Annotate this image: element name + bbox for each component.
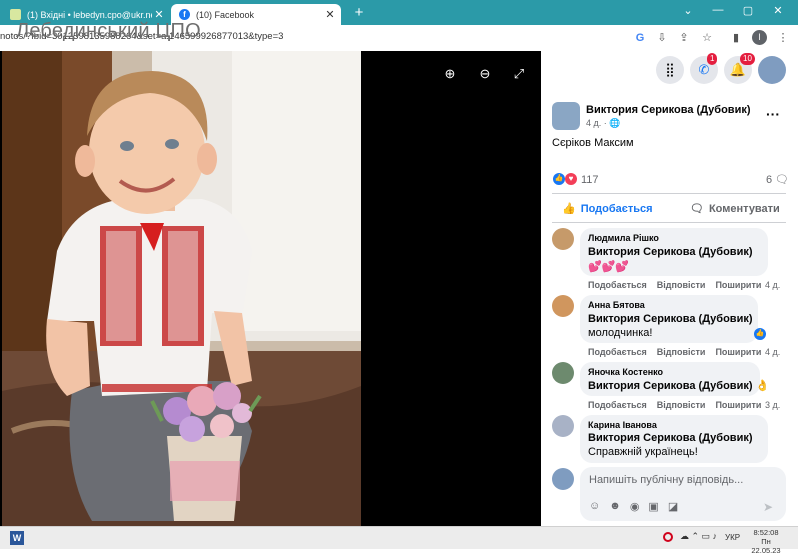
like-button[interactable]: 👍 Подобається [562,202,653,216]
fullscreen-icon[interactable]: ⤢ [511,66,527,82]
thumbs-up-icon: 👍 [562,203,576,215]
comment-mention[interactable]: Виктория Серикова (Дубовик) [588,246,753,258]
google-icon[interactable]: G [633,31,647,45]
comment-reply-link[interactable]: Відповісти [657,400,706,410]
clock[interactable]: 8:52:08 Пн 22.05.23 [750,528,782,555]
comment-share-link[interactable]: Поширити [715,347,761,357]
zoom-in-icon[interactable]: ⊕ [442,66,458,82]
like-reaction-icon: 👍 [553,173,565,185]
like-button-label: Подобається [580,202,653,215]
commenter-avatar[interactable] [552,228,574,250]
keyboard-language[interactable]: УКР [725,533,740,542]
comment-icon: 🗨 [690,203,704,215]
reply-tools: ☺ ☻ ◉ ▣ ◪ [589,500,678,513]
comment-mention[interactable]: Виктория Серикова (Дубовик) [588,432,753,444]
globe-icon: 🌐 [609,118,621,128]
comment-share-link[interactable]: Поширити [715,280,761,290]
overlay-caption: Лебединський ЦПО [16,20,201,42]
photo-child-image [2,51,361,526]
author-avatar[interactable] [552,102,580,130]
commenter-avatar[interactable] [552,415,574,437]
comment-mention[interactable]: Виктория Серикова (Дубовик) [588,313,753,325]
comment-share-link[interactable]: Поширити [715,400,761,410]
share-icon[interactable]: ⇪ [677,31,691,45]
commenter-avatar[interactable] [552,362,574,384]
comment-button[interactable]: 🗨 Коментувати [690,202,780,216]
comment-actions: Подобається Відповісти Поширити [588,400,771,410]
comment-bubble-icon: 🗨 [775,174,789,186]
comment-text: 💕💕💕 [588,261,630,273]
zoom-out-icon[interactable]: ⊖ [477,66,493,82]
send-icon[interactable]: ➤ [763,500,773,514]
comment-reply-link[interactable]: Відповісти [657,280,706,290]
post-author[interactable]: Виктория Серикова (Дубовик) [586,104,751,116]
comment-button-label: Коментувати [708,202,780,215]
tab-label: (1) Вхідні • lebedyn.cpo@ukr.net [27,9,152,20]
close-window-button[interactable]: ✕ [768,4,788,17]
camera-icon[interactable]: ◉ [630,500,640,513]
divider [552,193,786,194]
photo [2,51,361,526]
menu-kebab-icon[interactable]: ⋮ [776,31,790,45]
account-avatar[interactable] [758,56,786,84]
love-reaction-icon: ♥ [565,173,577,185]
comment-reply-link[interactable]: Відповісти [657,347,706,357]
post-time-text: 4 д. [586,118,602,128]
reactions-count[interactable]: 117 [581,174,599,186]
tab-label: (10) Facebook [196,9,255,20]
apps-menu-button[interactable]: ⣿ [656,56,684,84]
facebook-favicon-icon: f [179,9,190,20]
install-icon[interactable]: ⇩ [655,31,669,45]
mail-favicon-icon [10,9,21,20]
like-reaction-icon: 👍 [754,328,766,340]
comment-author[interactable]: Людмила Рішко [588,233,659,243]
clock-date: Пн 22.05.23 [751,537,781,555]
comment-actions: Подобається Відповісти Поширити [588,280,771,290]
messenger-icon: ✆ [698,62,710,77]
close-tab-icon[interactable]: ✕ [323,8,337,21]
opera-tray-icon[interactable] [663,532,673,542]
divider [552,222,786,223]
tray-icons[interactable]: ☁ ⌃ ▭ ♪ [680,531,717,542]
minimize-button[interactable]: — [708,4,728,16]
new-tab-button[interactable]: + [350,4,368,21]
grid-icon: ⣿ [665,62,675,77]
side-panel-icon[interactable]: ▮ [729,31,743,45]
profile-avatar[interactable]: l [752,30,767,45]
comment-author[interactable]: Анна Бятова [588,300,645,310]
comment-mention-name[interactable]: Виктория Серикова (Дубовик) [588,380,753,392]
comment-age[interactable]: 4 д. [765,280,780,290]
comment-text: Справжній українець! [588,446,698,458]
sticker-icon[interactable]: ◪ [668,500,678,513]
post-time[interactable]: 4 д. · 🌐 [586,118,620,129]
emoji-icon[interactable]: ☻ [609,500,621,513]
comment-age[interactable]: 3 д. [765,400,780,410]
comments-count[interactable]: 6 [766,174,772,186]
windows-taskbar: W ☁ ⌃ ▭ ♪ УКР 8:52:08 Пн 22.05.23 [0,526,798,555]
post-options-icon[interactable]: ··· [766,106,780,122]
gif-icon[interactable]: ▣ [648,500,658,513]
comment-age[interactable]: 4 д. [765,347,780,357]
my-avatar[interactable] [552,468,574,490]
reply-input[interactable]: Напишіть публічну відповідь... [589,474,743,486]
bookmark-star-icon[interactable]: ☆ [700,31,714,45]
comment-author[interactable]: Карина Іванова [588,420,657,430]
comment-actions: Подобається Відповісти Поширити [588,347,771,357]
comment-like-link[interactable]: Подобається [588,400,647,410]
clock-time: 8:52:08 [753,528,779,537]
comment-like-link[interactable]: Подобається [588,347,647,357]
maximize-button[interactable]: ▢ [738,4,758,17]
avatar-sticker-icon[interactable]: ☺ [589,500,600,513]
commenter-avatar[interactable] [552,295,574,317]
comment-author[interactable]: Яночка Костенко [588,367,663,377]
word-app-icon[interactable]: W [10,531,24,545]
post-text: Сєріков Максим [552,137,634,149]
comment-text: молодчинка! [588,327,653,339]
notifications-badge: 10 [740,53,755,65]
chevron-down-icon[interactable]: ⌄ [678,4,698,17]
comment-mention: Виктория Серикова (Дубовик) 👌 [588,379,769,392]
comment-like-link[interactable]: Подобається [588,280,647,290]
comment-text: 👌 [755,380,770,392]
